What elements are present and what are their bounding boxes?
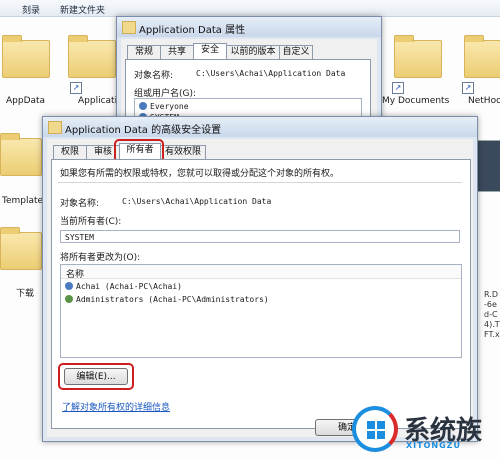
- folder-label: Template: [2, 196, 44, 206]
- tab-general[interactable]: 常规: [127, 45, 161, 59]
- advanced-title: Application Data 的高级安全设置: [65, 125, 222, 136]
- new-folder-button[interactable]: 新建文件夹: [60, 3, 105, 16]
- group-row[interactable]: Everyone: [139, 102, 189, 111]
- advanced-client: 权限 审核 所有者 有效权限 如果您有所需的权限或特权，您就可以取得或分配这个对…: [47, 139, 473, 437]
- file-label: R.D: [484, 290, 498, 299]
- watermark-logo-icon: [352, 406, 398, 452]
- properties-titlebar: Application Data 属性: [117, 17, 381, 37]
- group-icon: [139, 102, 147, 110]
- folder-icon: [464, 35, 500, 78]
- advanced-security-dialog: Application Data 的高级安全设置 权限 审核 所有者 有效权限 …: [42, 116, 478, 442]
- owner-list[interactable]: 名称 Achai (Achai-PC\Achai) Administrators…: [60, 264, 462, 358]
- current-owner-label: 当前所有者(C):: [60, 217, 122, 227]
- file-label: FT.x: [484, 330, 500, 339]
- watermark-subtext: XITONGZU: [406, 441, 461, 450]
- group-icon: [65, 295, 73, 303]
- shortcut-arrow-icon: ↗: [462, 82, 474, 94]
- tab-owner[interactable]: 所有者: [119, 143, 161, 159]
- object-name-label: 对象名称:: [134, 71, 174, 81]
- folder-icon: [2, 35, 50, 78]
- explorer-toolbar: 刻录 新建文件夹: [0, 0, 500, 17]
- tab-sharing[interactable]: 共享: [160, 45, 194, 59]
- properties-client: 常规 共享 安全 以前的版本 自定义 对象名称: C:\Users\Achai\…: [121, 39, 377, 132]
- folder-label: 下载: [16, 289, 35, 299]
- properties-dialog: Application Data 属性 常规 共享 安全 以前的版本 自定义 对…: [116, 16, 382, 132]
- owner-row-achai[interactable]: Achai (Achai-PC\Achai): [65, 282, 182, 291]
- divider: [58, 182, 462, 183]
- tab-customize[interactable]: 自定义: [279, 45, 313, 59]
- shortcut-arrow-icon: ↗: [70, 82, 82, 94]
- user-icon: [65, 282, 73, 290]
- object-name-value: C:\Users\Achai\Application Data: [122, 197, 272, 206]
- burn-button[interactable]: 刻录: [22, 3, 40, 16]
- folder-icon: [0, 133, 42, 176]
- tab-effective-permissions[interactable]: 有效权限: [160, 145, 206, 159]
- shortcut-arrow-icon: ↗: [392, 82, 404, 94]
- edit-button-highlight: [58, 363, 134, 390]
- folder-label: My Documents: [382, 96, 450, 106]
- current-owner-field: SYSTEM: [60, 230, 460, 243]
- advanced-titlebar: Application Data 的高级安全设置: [43, 117, 477, 137]
- owner-list-header: 名称: [61, 265, 461, 280]
- folder-icon: [68, 35, 116, 78]
- tab-previous-versions[interactable]: 以前的版本: [226, 45, 280, 59]
- folder-icon: [48, 121, 62, 134]
- object-name-value: C:\Users\Achai\Application Data: [196, 69, 346, 78]
- owner-intro-text: 如果您有所需的权限或特权，您就可以取得或分配这个对象的所有权。: [60, 169, 340, 179]
- object-name-label: 对象名称:: [60, 199, 100, 209]
- change-owner-label: 将所有者更改为(O):: [60, 253, 141, 263]
- folder-icon: [122, 21, 136, 34]
- properties-title: Application Data 属性: [139, 25, 246, 36]
- file-label: 4).T: [484, 320, 500, 329]
- folder-label: AppData: [6, 96, 46, 106]
- tab-permissions[interactable]: 权限: [53, 145, 87, 159]
- folder-icon: [394, 35, 442, 78]
- owner-panel: 如果您有所需的权限或特权，您就可以取得或分配这个对象的所有权。 对象名称: C:…: [51, 159, 471, 429]
- folder-label: NetHoo: [468, 96, 500, 106]
- tab-security[interactable]: 安全: [193, 43, 227, 59]
- owner-row-administrators[interactable]: Administrators (Achai-PC\Administrators): [65, 295, 269, 304]
- ownership-help-link[interactable]: 了解对象所有权的详细信息: [62, 400, 170, 413]
- file-label: -6e: [484, 300, 497, 309]
- file-label: d-C: [484, 310, 498, 319]
- folder-icon: [0, 227, 42, 270]
- column-header-name[interactable]: 名称: [66, 267, 84, 280]
